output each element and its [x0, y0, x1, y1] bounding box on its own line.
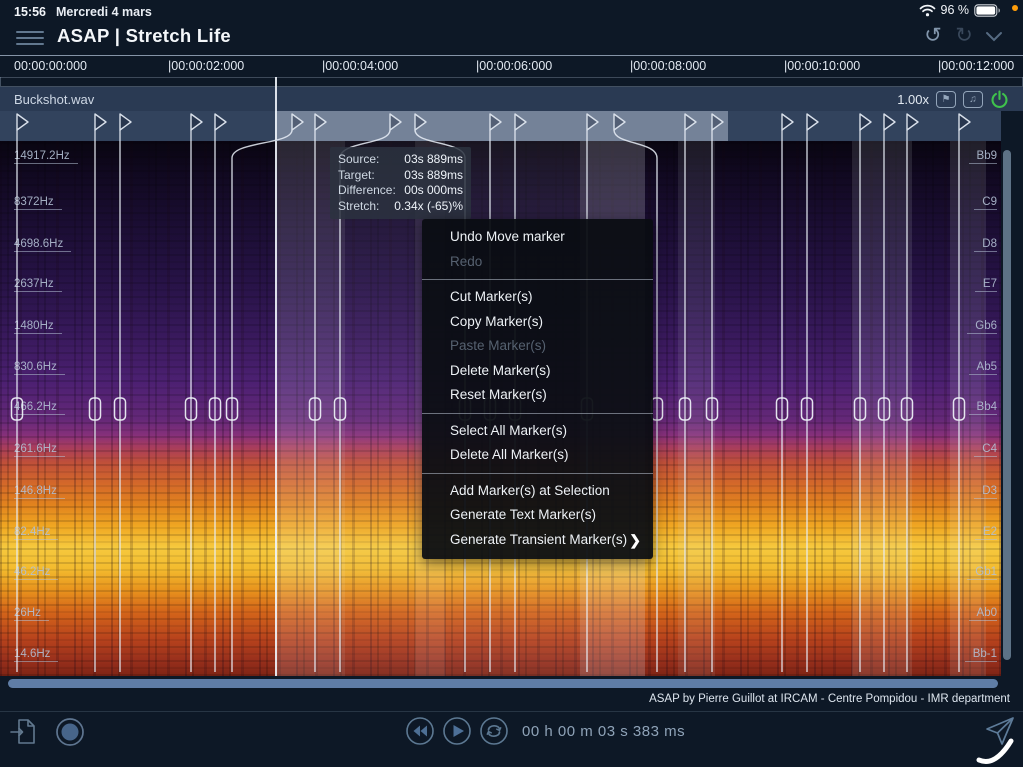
menu-item[interactable]: Delete Marker(s)	[422, 359, 653, 384]
horizontal-scrollbar[interactable]	[8, 679, 998, 688]
timeline-ruler[interactable]: 00:00:00:000 |00:00:02:000 |00:00:04:000 |0…	[0, 55, 1023, 78]
menu-divider	[422, 413, 653, 414]
menu-item[interactable]: Undo Move marker	[422, 225, 653, 250]
stretch-factor: 1.00x	[897, 92, 929, 107]
menu-item[interactable]: Reset Marker(s)	[422, 383, 653, 408]
marker[interactable]	[90, 114, 107, 672]
menu-item[interactable]: Cut Marker(s)	[422, 285, 653, 310]
marker[interactable]	[115, 114, 132, 672]
menu-item[interactable]: Delete All Marker(s)	[422, 443, 653, 468]
timeline-selection-bar[interactable]	[0, 77, 1023, 87]
marker[interactable]	[227, 114, 304, 672]
power-icon[interactable]	[990, 90, 1009, 109]
marker[interactable]	[954, 114, 971, 672]
date: Mercredi 4 mars	[56, 5, 152, 19]
tooltip-row: Source:03s 889ms	[338, 152, 463, 168]
menu-item[interactable]: Add Marker(s) at Selection	[422, 479, 653, 504]
track-bar[interactable]: Buckshot.wav 1.00x ⚑ ♫	[0, 87, 1023, 111]
menu-item[interactable]: Generate Text Marker(s)	[422, 503, 653, 528]
marker[interactable]	[902, 114, 919, 672]
wifi-icon	[919, 4, 936, 17]
timeline-tick: |00:00:12:000	[938, 59, 1014, 73]
undo-icon[interactable]: ↺	[921, 24, 945, 48]
menu-hamburger-icon[interactable]	[16, 27, 44, 47]
context-menu: Undo Move markerRedo Cut Marker(s)Copy Ma…	[422, 219, 653, 559]
timeline-tick: |00:00:08:000	[630, 59, 706, 73]
credit-text: ASAP by Pierre Guillot at IRCAM - Centre…	[649, 693, 1010, 705]
mic-indicator-dot	[1012, 5, 1018, 11]
marker[interactable]	[802, 114, 819, 672]
tooltip-row: Difference:00s 000ms	[338, 183, 463, 199]
marker[interactable]	[310, 114, 327, 672]
page-title: ASAP | Stretch Life	[57, 25, 231, 47]
marker[interactable]	[707, 114, 724, 672]
menu-item[interactable]: Copy Marker(s)	[422, 310, 653, 335]
menu-item: Redo	[422, 250, 653, 275]
menu-item[interactable]: Select All Marker(s)	[422, 419, 653, 444]
battery-icon	[974, 4, 1001, 17]
track-name: Buckshot.wav	[14, 92, 94, 107]
corner-arc	[973, 733, 1015, 765]
menu-divider	[422, 279, 653, 280]
marker-flag-icon[interactable]: ⚑	[936, 91, 956, 108]
chevron-down-icon[interactable]	[983, 24, 1005, 48]
tooltip-row: Target:03s 889ms	[338, 168, 463, 184]
music-note-icon[interactable]: ♫	[963, 91, 983, 108]
app-header: ASAP | Stretch Life ↺ ↻	[0, 24, 1023, 56]
clock: 15:56	[14, 5, 46, 19]
marker[interactable]	[680, 114, 697, 672]
timeline-tick: |00:00:04:000	[322, 59, 398, 73]
menu-item: Paste Marker(s)	[422, 334, 653, 359]
status-indicators: 96 %	[919, 3, 1002, 17]
submenu-arrow-icon: ❯	[629, 528, 641, 553]
marker[interactable]	[186, 114, 203, 672]
rewind-button[interactable]	[405, 716, 435, 746]
timeline-tick: |00:00:02:000	[168, 59, 244, 73]
battery-percent: 96 %	[941, 3, 970, 17]
menu-divider	[422, 473, 653, 474]
marker[interactable]	[777, 114, 794, 672]
timeline-tick: 00:00:00:000	[14, 59, 87, 73]
vertical-scrollbar[interactable]	[1003, 150, 1011, 660]
marker[interactable]	[879, 114, 896, 672]
transport-time: 00 h 00 m 03 s 383 ms	[522, 723, 685, 740]
timeline-tick: |00:00:06:000	[476, 59, 552, 73]
timeline-tick: |00:00:10:000	[784, 59, 860, 73]
marker-info-tooltip: Source:03s 889msTarget:03s 889msDifferen…	[330, 147, 471, 219]
play-button[interactable]	[442, 716, 472, 746]
record-button[interactable]	[54, 716, 86, 748]
menu-item[interactable]: Generate Transient Marker(s)❯	[422, 528, 653, 553]
tooltip-row: Stretch:0.34x (-65)%	[338, 199, 463, 215]
marker[interactable]	[12, 114, 29, 672]
status-bar: 15:56 Mercredi 4 mars 96 %	[0, 0, 1023, 24]
loop-button[interactable]	[479, 716, 509, 746]
marker[interactable]	[210, 114, 227, 672]
transport-toolbar: 00 h 00 m 03 s 383 ms	[0, 712, 1023, 754]
marker[interactable]	[855, 114, 872, 672]
import-file-icon[interactable]	[10, 717, 38, 747]
asap-app-window: 15:56 Mercredi 4 mars 96 % ASAP | Stretc…	[0, 0, 1023, 767]
redo-icon[interactable]: ↻	[952, 24, 976, 48]
credit-row: ASAP by Pierre Guillot at IRCAM - Centre…	[0, 690, 1023, 712]
